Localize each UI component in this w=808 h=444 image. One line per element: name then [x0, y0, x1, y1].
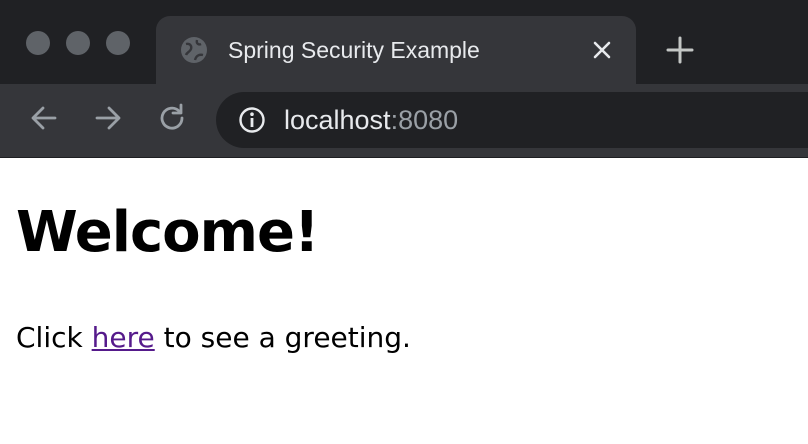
close-icon[interactable] [588, 36, 616, 64]
arrow-left-icon[interactable] [28, 102, 60, 134]
tab-title: Spring Security Example [228, 37, 480, 63]
info-icon[interactable] [238, 106, 266, 134]
arrow-right-icon[interactable] [92, 102, 124, 134]
globe-icon [181, 37, 207, 63]
url-host: localhost [284, 105, 391, 135]
tab-strip: Spring Security Example [0, 0, 808, 84]
browser-chrome: Spring Security Example localhost:8080 [0, 0, 808, 158]
url-text[interactable]: localhost:8080 [284, 102, 458, 138]
active-tab[interactable]: Spring Security Example [156, 16, 636, 84]
address-bar[interactable]: localhost:8080 [216, 92, 808, 148]
greeting-link[interactable]: here [92, 321, 155, 354]
window-minimize-button[interactable] [66, 31, 90, 55]
toolbar: localhost:8080 [0, 84, 808, 157]
page-heading: Welcome! [16, 200, 319, 265]
window-zoom-button[interactable] [106, 31, 130, 55]
page-content: Welcome! Click here to see a greeting. [0, 158, 808, 444]
url-port: :8080 [390, 105, 459, 135]
window-close-button[interactable] [26, 31, 50, 55]
greeting-paragraph: Click here to see a greeting. [16, 318, 411, 358]
text-before-link: Click [16, 321, 92, 354]
plus-icon[interactable] [664, 34, 696, 66]
text-after-link: to see a greeting. [154, 321, 411, 354]
reload-icon[interactable] [156, 102, 188, 134]
